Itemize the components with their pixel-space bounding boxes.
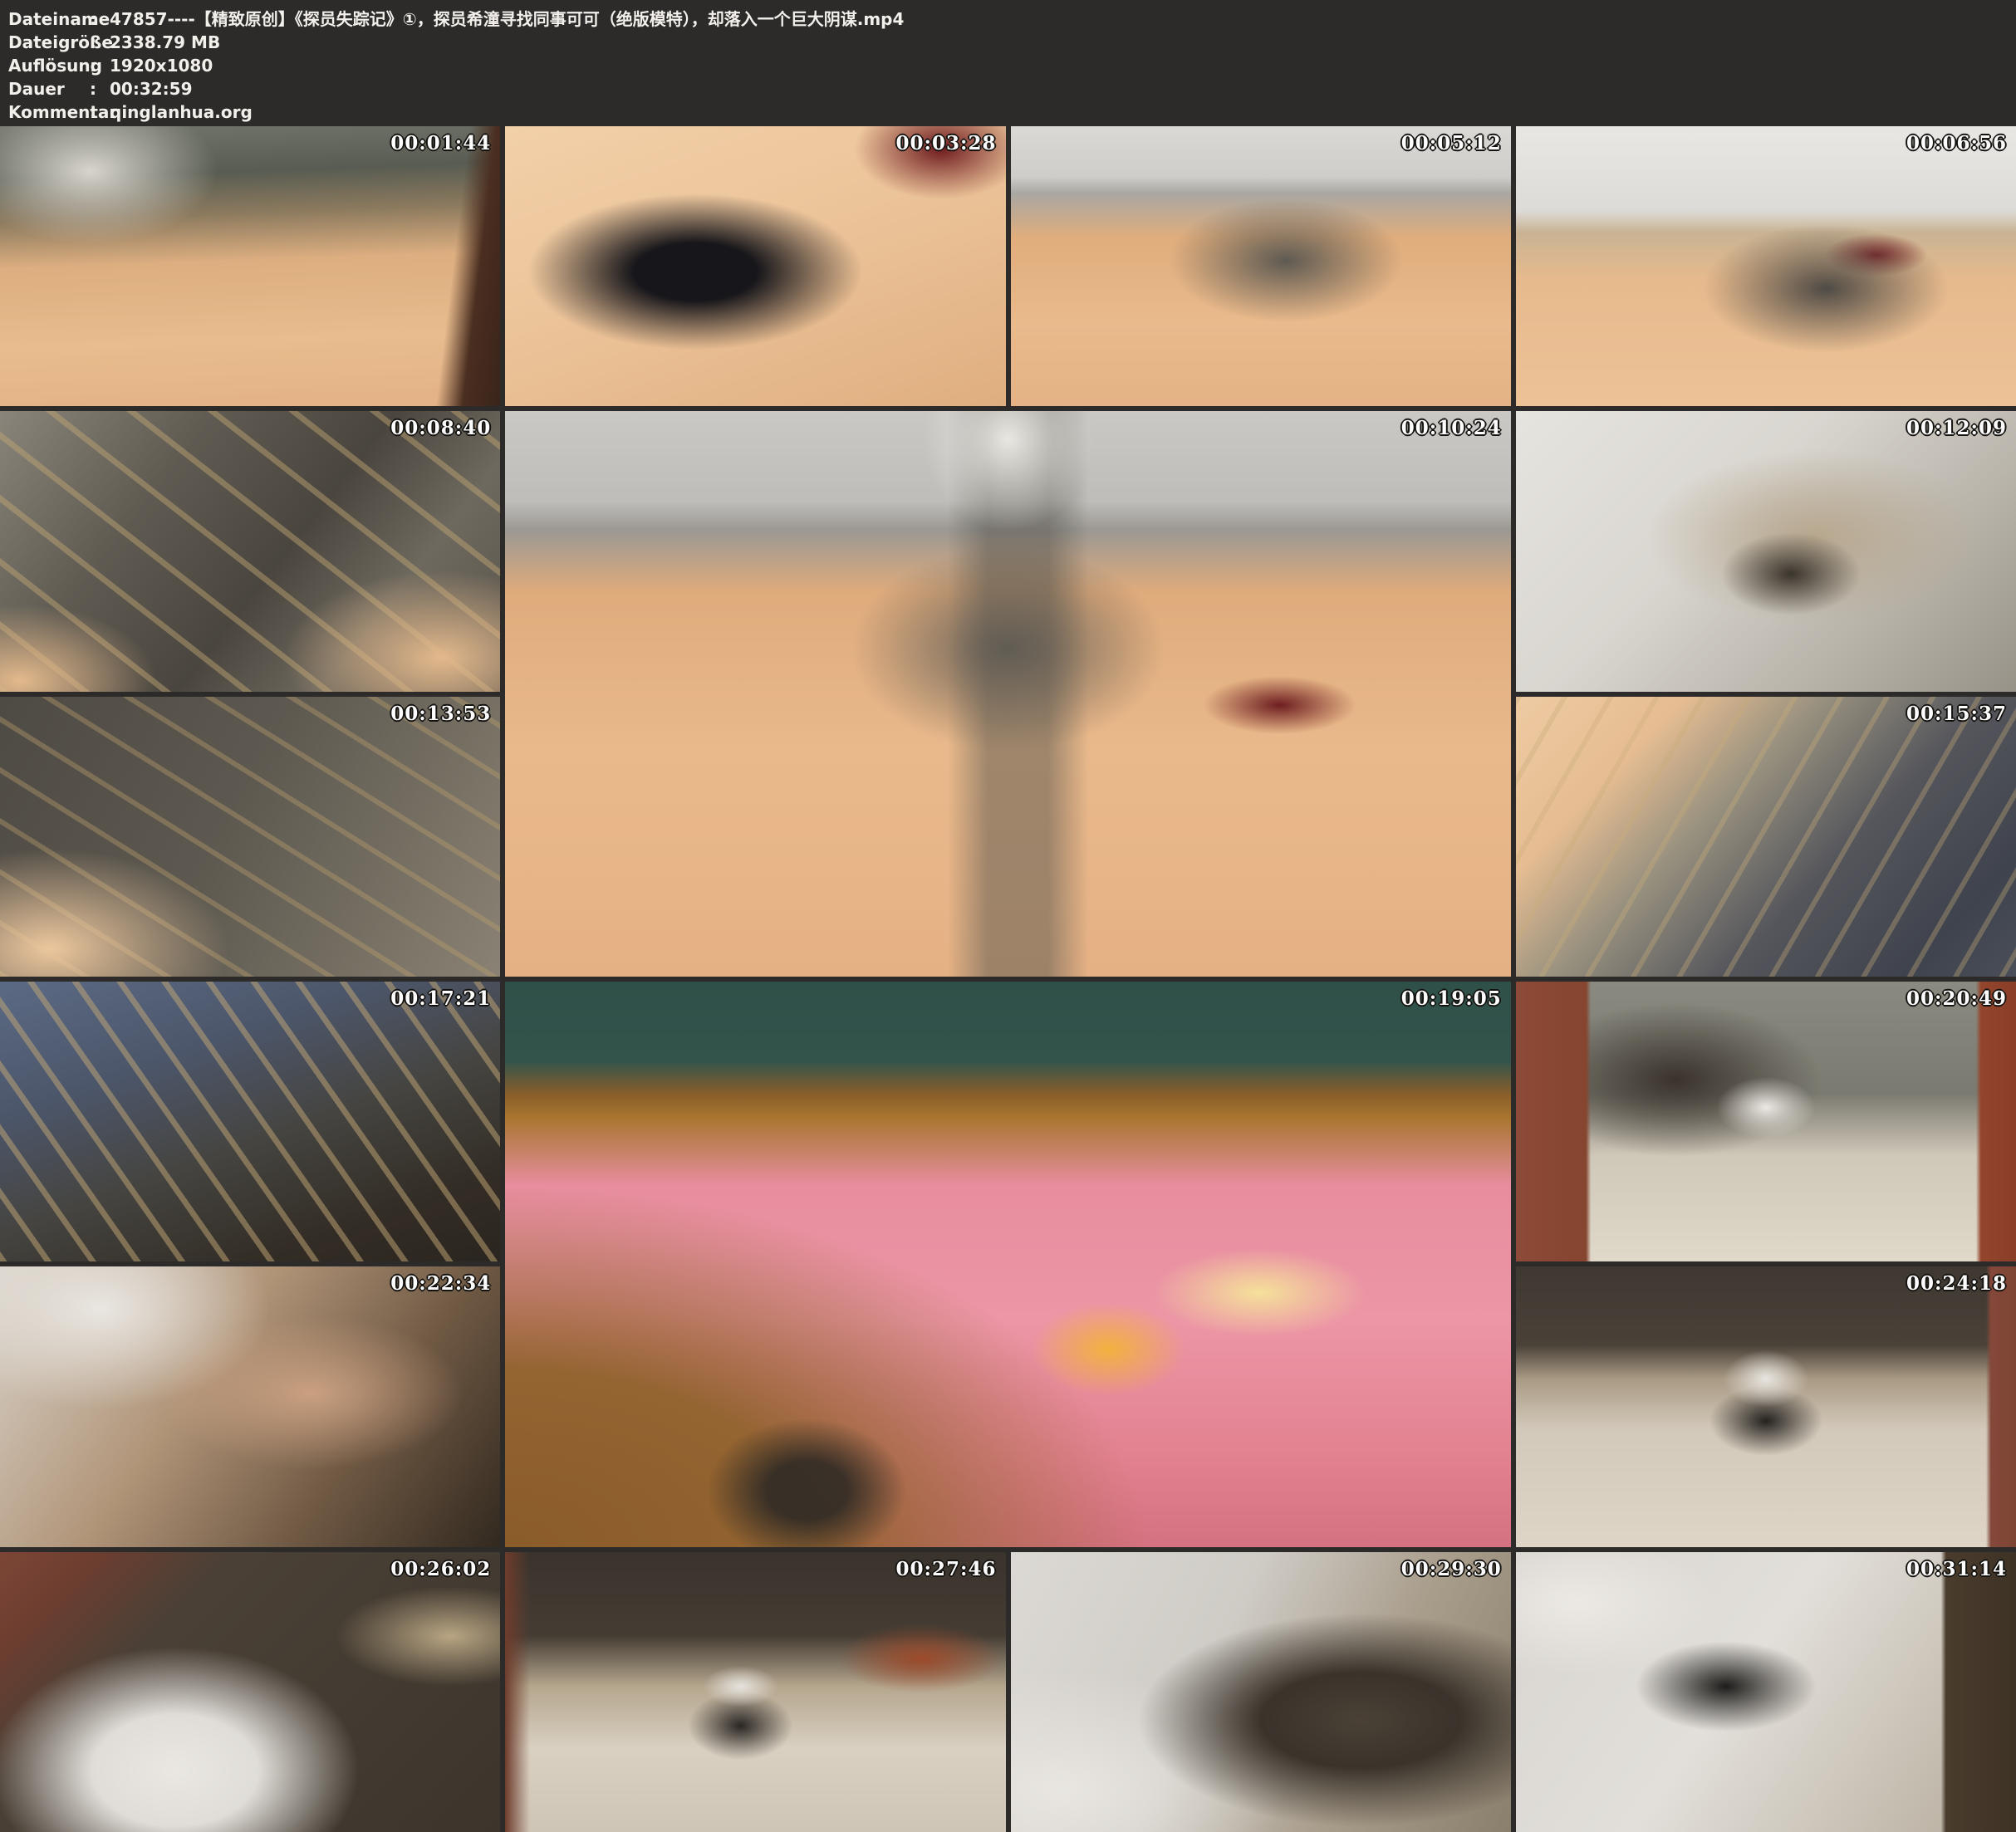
duration-value: 00:32:59 bbox=[110, 77, 193, 100]
meta-label: Dateiname bbox=[8, 7, 90, 31]
filesize-value: 2338.79 MB bbox=[110, 31, 220, 54]
meta-row-filename: Dateiname : 47857----【精致原创】《探员失踪记》①，探员希潼… bbox=[8, 7, 2004, 31]
meta-separator: : bbox=[90, 77, 110, 100]
video-frame-thumbnail: 00:26:02 bbox=[0, 1552, 500, 1832]
video-frame-thumbnail: 00:05:12 bbox=[1011, 126, 1511, 406]
meta-label: Kommentar bbox=[8, 100, 90, 124]
video-frame-thumbnail-large: 00:10:24 bbox=[505, 411, 1511, 977]
video-frame-thumbnail: 00:29:30 bbox=[1011, 1552, 1511, 1832]
meta-row-comment: Kommentar : qinglanhua.org bbox=[8, 100, 2004, 124]
video-frame-thumbnail: 00:08:40 bbox=[0, 411, 500, 691]
timestamp-overlay: 00:08:40 bbox=[390, 417, 491, 439]
timestamp-overlay: 00:24:18 bbox=[1906, 1272, 2007, 1295]
video-frame-thumbnail: 00:01:44 bbox=[0, 126, 500, 406]
video-frame-thumbnail: 00:31:14 bbox=[1516, 1552, 2016, 1832]
timestamp-overlay: 00:13:53 bbox=[390, 703, 491, 725]
timestamp-overlay: 00:27:46 bbox=[895, 1558, 996, 1580]
meta-label: Dateigröße bbox=[8, 31, 90, 54]
timestamp-overlay: 00:26:02 bbox=[390, 1558, 491, 1580]
video-frame-thumbnail: 00:24:18 bbox=[1516, 1266, 2016, 1546]
comment-value: qinglanhua.org bbox=[110, 100, 253, 124]
meta-separator: : bbox=[90, 7, 110, 31]
meta-label: Dauer bbox=[8, 77, 90, 100]
timestamp-overlay: 00:05:12 bbox=[1401, 132, 1502, 154]
meta-separator: : bbox=[90, 31, 110, 54]
file-info-header: Dateiname : 47857----【精致原创】《探员失踪记》①，探员希潼… bbox=[0, 0, 2016, 126]
video-frame-thumbnail: 00:03:28 bbox=[505, 126, 1005, 406]
video-frame-thumbnail: 00:13:53 bbox=[0, 697, 500, 977]
video-frame-thumbnail: 00:17:21 bbox=[0, 982, 500, 1261]
resolution-value: 1920x1080 bbox=[110, 54, 213, 77]
timestamp-overlay: 00:01:44 bbox=[390, 132, 491, 154]
meta-separator: : bbox=[90, 54, 110, 77]
video-frame-thumbnail: 00:06:56 bbox=[1516, 126, 2016, 406]
meta-row-duration: Dauer : 00:32:59 bbox=[8, 77, 2004, 100]
timestamp-overlay: 00:12:09 bbox=[1906, 417, 2007, 439]
meta-row-resolution: Auflösung : 1920x1080 bbox=[8, 54, 2004, 77]
timestamp-overlay: 00:06:56 bbox=[1906, 132, 2007, 154]
thumbnail-grid: 00:01:44 00:03:28 00:05:12 00:06:56 00:0… bbox=[0, 126, 2016, 1832]
timestamp-overlay: 00:10:24 bbox=[1401, 417, 1502, 439]
video-frame-thumbnail: 00:20:49 bbox=[1516, 982, 2016, 1261]
video-frame-thumbnail: 00:27:46 bbox=[505, 1552, 1005, 1832]
timestamp-overlay: 00:29:30 bbox=[1401, 1558, 1502, 1580]
timestamp-overlay: 00:19:05 bbox=[1401, 987, 1502, 1010]
video-frame-thumbnail-large: 00:19:05 bbox=[505, 982, 1511, 1547]
timestamp-overlay: 00:22:34 bbox=[390, 1272, 491, 1295]
filename-value: 47857----【精致原创】《探员失踪记》①，探员希潼寻找同事可可（绝版模特）… bbox=[110, 7, 904, 31]
timestamp-overlay: 00:31:14 bbox=[1906, 1558, 2007, 1580]
meta-label: Auflösung bbox=[8, 54, 90, 77]
video-frame-thumbnail: 00:22:34 bbox=[0, 1266, 500, 1546]
timestamp-overlay: 00:17:21 bbox=[390, 987, 491, 1010]
video-frame-thumbnail: 00:12:09 bbox=[1516, 411, 2016, 691]
timestamp-overlay: 00:15:37 bbox=[1906, 703, 2007, 725]
video-frame-thumbnail: 00:15:37 bbox=[1516, 697, 2016, 977]
timestamp-overlay: 00:03:28 bbox=[895, 132, 996, 154]
meta-separator: : bbox=[90, 100, 110, 124]
video-contact-sheet: Dateiname : 47857----【精致原创】《探员失踪记》①，探员希潼… bbox=[0, 0, 2016, 1832]
meta-row-filesize: Dateigröße : 2338.79 MB bbox=[8, 31, 2004, 54]
timestamp-overlay: 00:20:49 bbox=[1906, 987, 2007, 1010]
